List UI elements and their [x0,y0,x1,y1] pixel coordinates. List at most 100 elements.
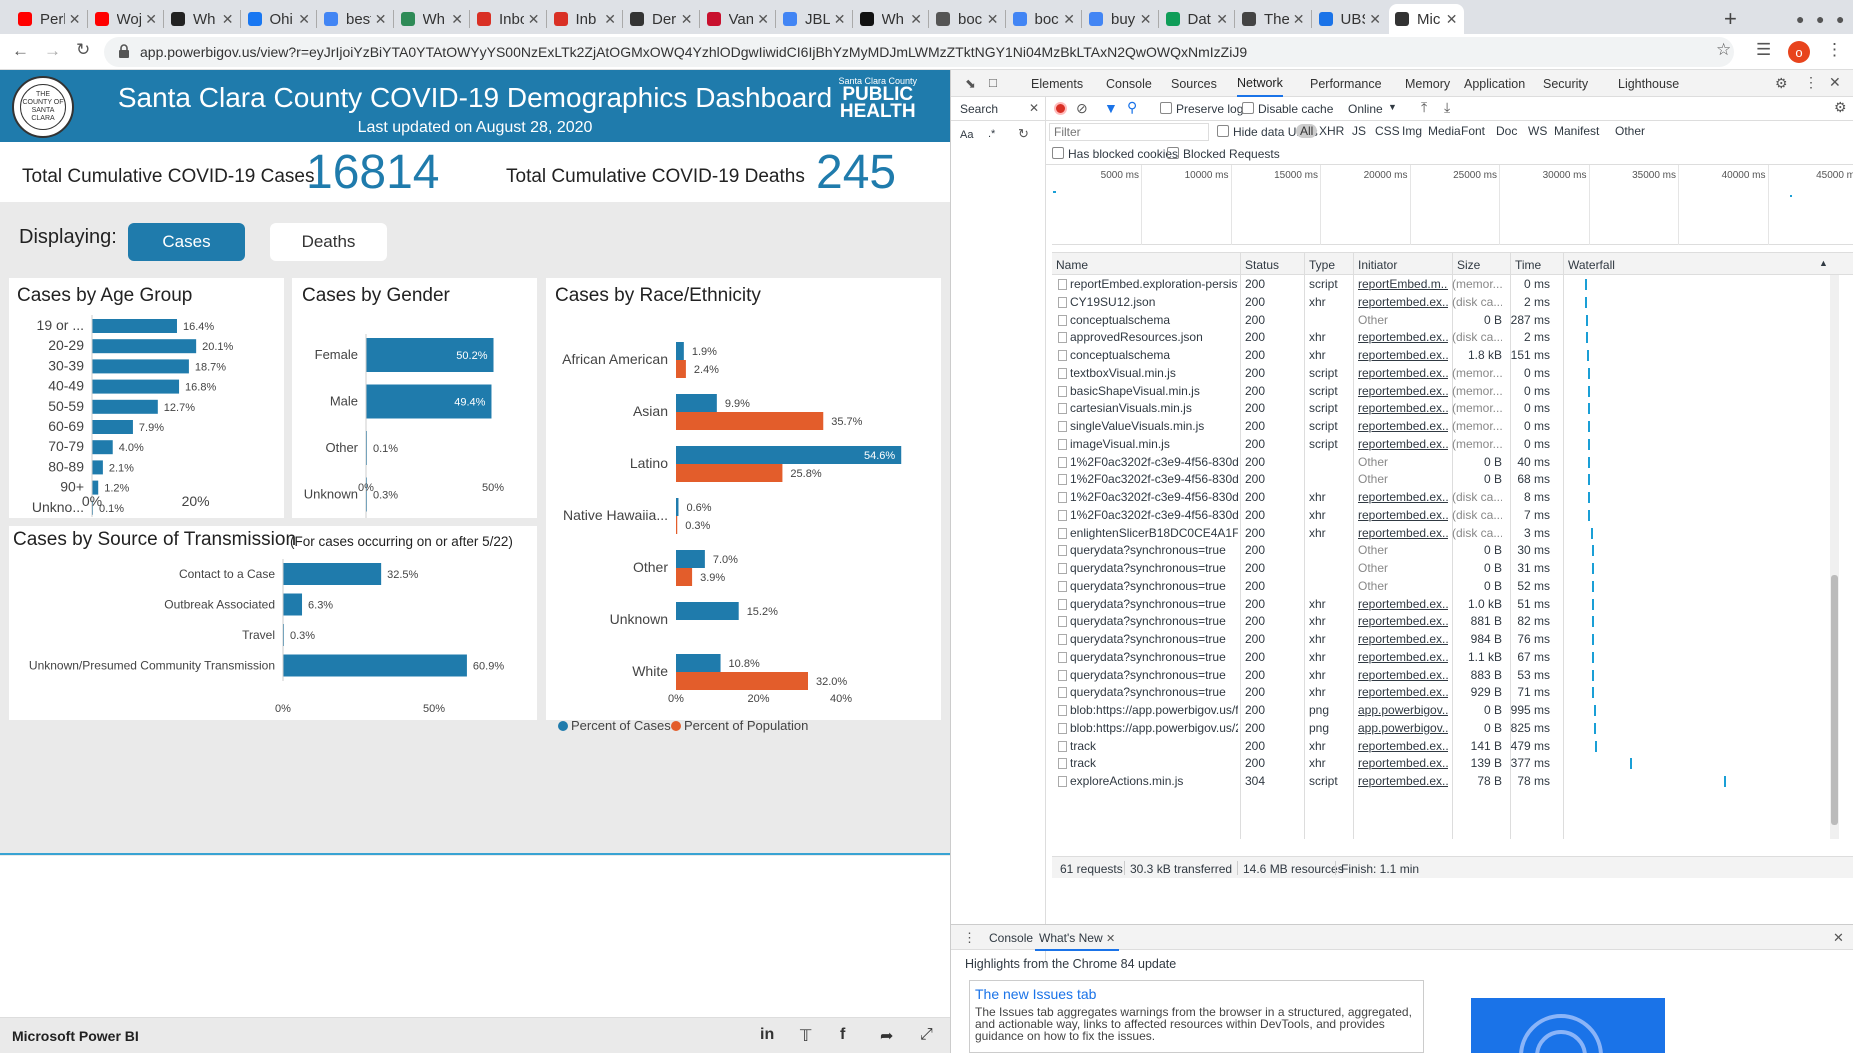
settings-gear-icon[interactable]: ⚙ [1775,75,1788,92]
table-row[interactable]: conceptualschema 200 Other 0 B 287 ms [1052,311,1830,329]
browser-tab[interactable]: Wh ✕ [395,4,470,34]
browser-tab[interactable]: Inb ✕ [548,4,623,34]
close-tab-icon[interactable]: ✕ [987,11,999,28]
bar[interactable] [676,342,684,360]
type-filter-all[interactable]: All [1296,124,1318,138]
close-tab-icon[interactable]: ✕ [1140,11,1152,28]
browser-tab[interactable]: Mic ✕ [1389,4,1464,34]
table-row[interactable]: 1%2F0ac3202f-c3e9-4f56-830d-0... 200 xhr re… [1052,506,1830,524]
close-tab-icon[interactable]: ✕ [1216,11,1228,28]
filter-icon[interactable]: ▼ [1104,100,1118,116]
search-icon[interactable]: ⚲ [1127,99,1137,116]
close-tab-icon[interactable]: ✕ [910,11,922,28]
column-header-name[interactable]: Name [1056,258,1088,272]
table-row[interactable]: querydata?synchronous=true 200 Other 0 B 31 … [1052,559,1830,577]
blocked-cookies-checkbox[interactable] [1052,147,1064,159]
bar[interactable] [676,394,717,412]
table-row[interactable]: singleValueVisuals.min.js 200 script report… [1052,417,1830,435]
table-row[interactable]: querydata?synchronous=true 200 xhr reportem… [1052,630,1830,648]
bar[interactable] [676,550,705,568]
request-initiator[interactable]: reportembed.ex... [1358,650,1448,664]
request-initiator[interactable]: reportembed.ex... [1358,401,1448,415]
disable-cache-checkbox[interactable] [1242,102,1254,114]
bar[interactable] [283,563,382,585]
request-initiator[interactable]: reportembed.ex... [1358,366,1448,380]
bar[interactable] [92,399,158,414]
close-tab-icon[interactable]: ✕ [298,11,310,28]
request-initiator[interactable]: Other [1358,472,1448,486]
minimize-icon[interactable]: ● [1790,4,1810,34]
request-initiator[interactable]: Other [1358,543,1448,557]
request-initiator[interactable]: reportembed.ex... [1358,419,1448,433]
bar[interactable] [676,654,721,672]
table-row[interactable]: 1%2F0ac3202f-c3e9-4f56-830d-0... 200 Other… [1052,453,1830,471]
request-initiator[interactable]: app.powerbigov.... [1358,721,1448,735]
devtools-tab-application[interactable]: Application [1464,70,1525,97]
request-initiator[interactable]: reportembed.ex... [1358,348,1448,362]
bookmark-star-icon[interactable]: ☆ [1716,40,1731,60]
close-drawer-icon[interactable]: ✕ [1833,930,1844,946]
type-filter-img[interactable]: Img [1402,124,1422,138]
import-har-icon[interactable]: ⤒ [1421,99,1427,116]
request-initiator[interactable]: reportembed.ex... [1358,774,1448,788]
twitter-icon[interactable]: 𝕋 [800,1026,811,1046]
bar[interactable] [676,568,693,586]
close-tab-icon[interactable]: ✕ [1369,11,1381,28]
close-tab-icon[interactable]: ✕ [834,11,846,28]
profile-avatar[interactable]: o [1788,41,1810,63]
close-tab-icon[interactable]: ✕ [604,11,616,28]
browser-tab[interactable]: Dat ✕ [1160,4,1235,34]
drawer-tab-whats-new[interactable]: What's New ✕ [1035,925,1120,951]
table-row[interactable]: querydata?synchronous=true 200 Other 0 B 52 … [1052,577,1830,595]
new-tab-icon[interactable]: + [1718,4,1743,34]
type-filter-ws[interactable]: WS [1528,124,1547,138]
bar[interactable] [676,516,678,534]
issues-tab-title[interactable]: The new Issues tab [975,986,1096,1002]
browser-tab[interactable]: boc ✕ [930,4,1005,34]
bar[interactable] [92,440,113,455]
inspect-element-icon[interactable]: ⬊ [965,76,976,92]
drawer-menu-icon[interactable]: ⋮ [963,930,976,946]
browser-tab[interactable]: Wh ✕ [165,4,240,34]
request-initiator[interactable]: reportembed.ex... [1358,597,1448,611]
browser-tab[interactable]: Inbo✕ [471,4,546,34]
request-initiator[interactable]: reportembed.ex... [1358,526,1448,540]
sort-arrow-icon[interactable]: ▲ [1819,258,1828,268]
menu-kebab-icon[interactable]: ⋮ [1826,40,1843,60]
table-scrollbar[interactable] [1830,275,1839,839]
devtools-tab-lighthouse[interactable]: Lighthouse [1618,70,1679,97]
devtools-tab-sources[interactable]: Sources [1171,70,1217,97]
request-initiator[interactable]: reportembed.ex... [1358,508,1448,522]
close-tab-icon[interactable]: ✕ [145,11,157,28]
clear-icon[interactable]: ⊘ [1076,100,1088,117]
table-row[interactable]: querydata?synchronous=true 200 xhr reportem… [1052,612,1830,630]
column-header-type[interactable]: Type [1309,258,1335,272]
request-initiator[interactable]: reportembed.ex... [1358,756,1448,770]
close-tab-icon[interactable]: ✕ [757,11,769,28]
share-icon[interactable]: ➦ [880,1026,893,1046]
devtools-tab-elements[interactable]: Elements [1031,70,1083,97]
address-bar[interactable]: app.powerbigov.us/view?r=eyJrIjoiYzBiYTA… [104,37,1734,67]
browser-tab[interactable]: boc ✕ [1007,4,1082,34]
fullscreen-icon[interactable]: ⤢ [920,1026,933,1044]
bar[interactable] [676,464,783,482]
deaths-toggle-button[interactable]: Deaths [270,223,387,261]
linkedin-icon[interactable]: in [760,1026,774,1044]
request-initiator[interactable]: Other [1358,455,1448,469]
request-initiator[interactable]: reportEmbed.m... [1358,277,1448,291]
type-filter-xhr[interactable]: XHR [1319,124,1344,138]
type-filter-other[interactable]: Other [1615,124,1645,138]
reload-icon[interactable]: ↻ [76,40,90,60]
bar[interactable] [676,360,686,378]
devtools-tab-memory[interactable]: Memory [1405,70,1450,97]
table-row[interactable]: cartesianVisuals.min.js 200 script reportem… [1052,399,1830,417]
request-initiator[interactable]: reportembed.ex... [1358,330,1448,344]
facebook-icon[interactable]: f [840,1026,845,1044]
match-case-icon[interactable]: Aa [960,129,973,141]
network-settings-icon[interactable]: ⚙ [1834,99,1847,116]
type-filter-css[interactable]: CSS [1375,124,1400,138]
table-row[interactable]: track 200 xhr reportembed.ex... 139 B 377 ms [1052,754,1830,772]
table-row[interactable]: CY19SU12.json 200 xhr reportembed.ex... (dis… [1052,293,1830,311]
table-row[interactable]: querydata?synchronous=true 200 xhr reportem… [1052,666,1830,684]
request-initiator[interactable]: Other [1358,313,1448,327]
